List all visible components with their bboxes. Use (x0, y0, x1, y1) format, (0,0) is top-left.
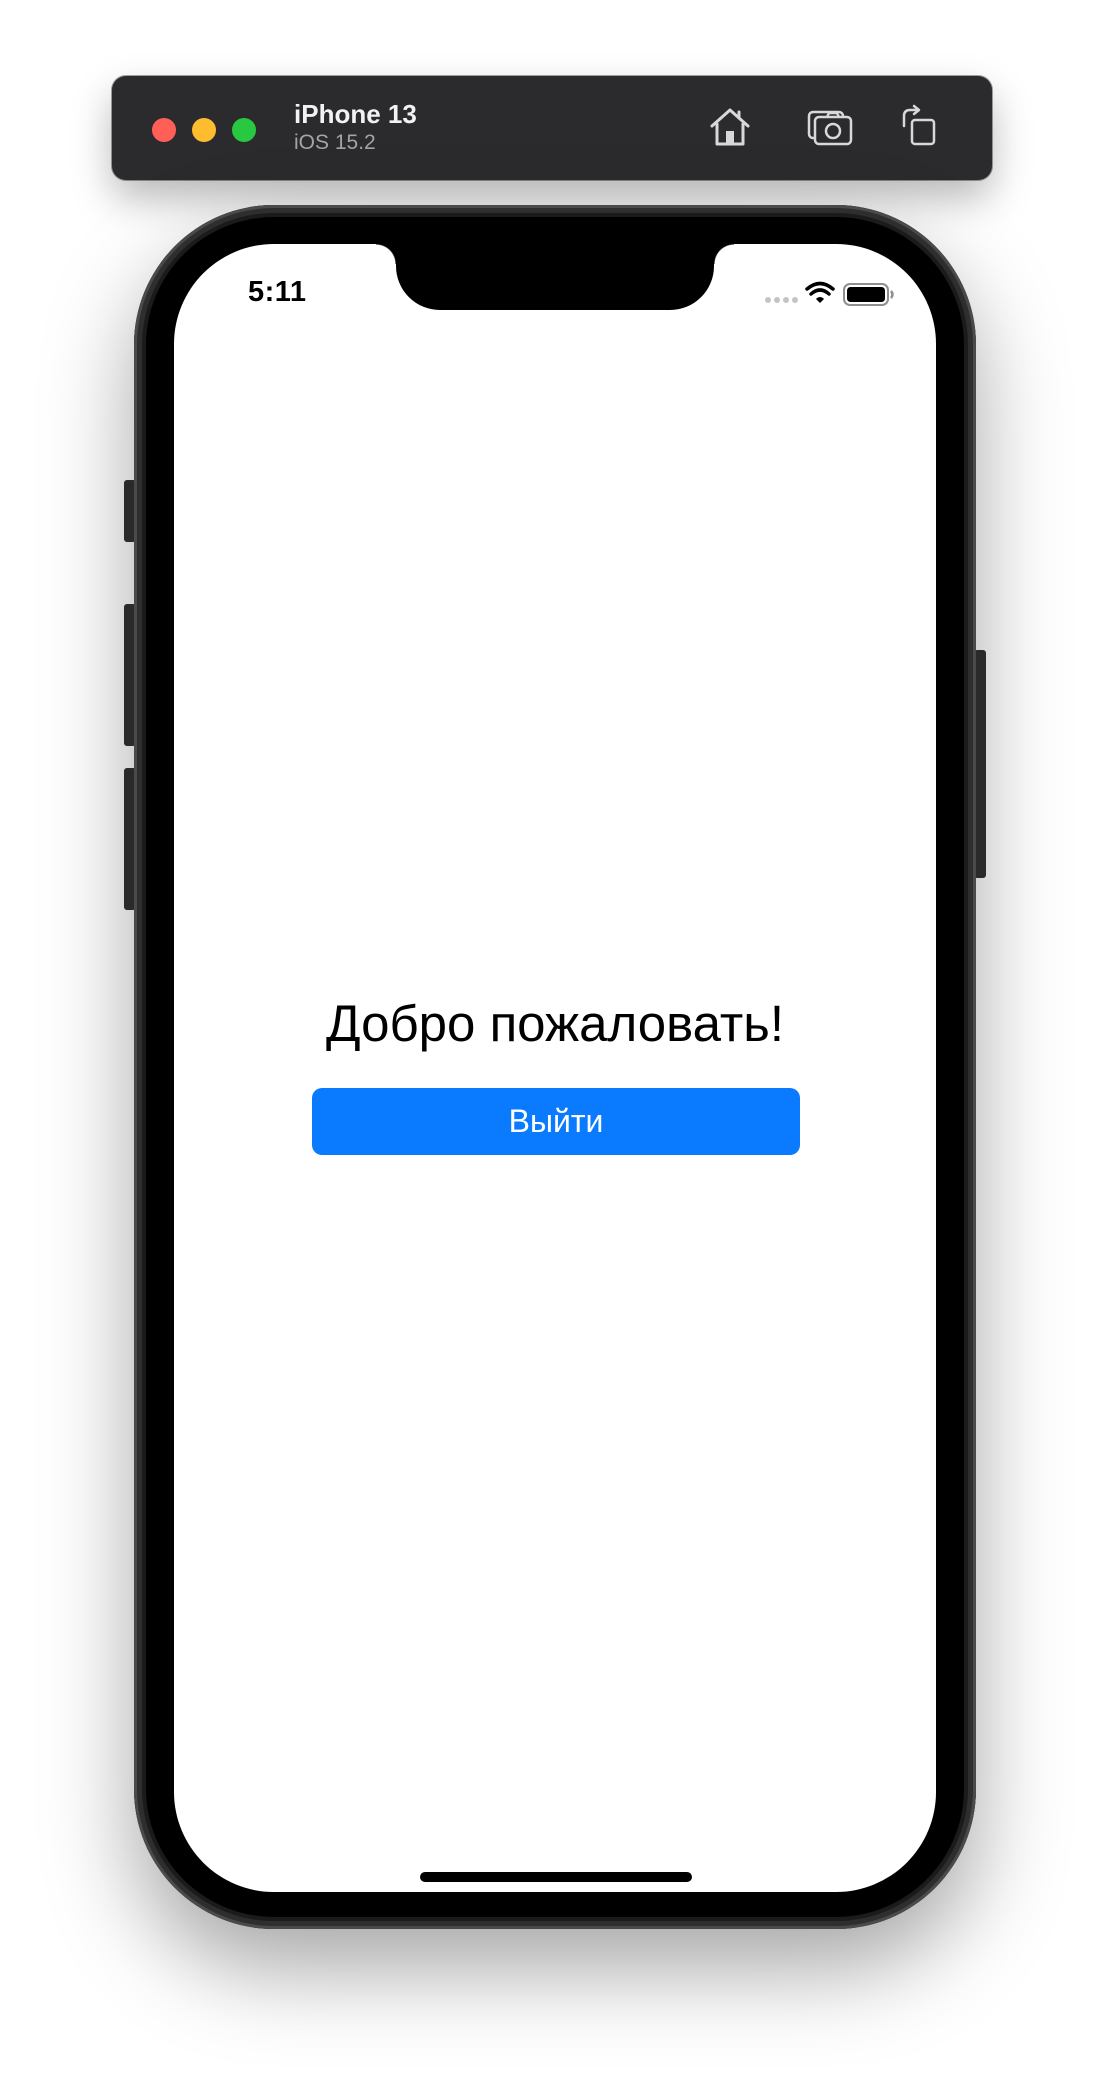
battery-icon (843, 283, 894, 306)
window-maximize-button[interactable] (232, 118, 256, 142)
wifi-icon (805, 281, 835, 303)
window-close-button[interactable] (152, 118, 176, 142)
logout-button[interactable]: Выйти (312, 1088, 800, 1155)
rotate-button[interactable] (896, 104, 944, 148)
signal-dots-icon (765, 297, 798, 303)
status-icons (764, 280, 914, 310)
phone-screen: 5:11 Добро пожаловать! Выйти (174, 244, 936, 1892)
home-indicator[interactable] (420, 1872, 692, 1882)
screenshot-button[interactable] (806, 104, 854, 148)
welcome-title: Добро пожаловать! (325, 995, 785, 1052)
rotate-icon (902, 104, 936, 146)
home-icon (710, 108, 750, 146)
notch (376, 244, 734, 310)
window-minimize-button[interactable] (192, 118, 216, 142)
device-name: iPhone 13 (294, 99, 417, 129)
device-os-version: iOS 15.2 (294, 131, 376, 154)
simulator-stage: iPhone 13 iOS 15.2 5:11 Добро пожаловать… (0, 0, 1104, 2074)
home-button[interactable] (706, 104, 754, 148)
status-time: 5:11 (248, 276, 307, 308)
camera-icon (807, 110, 853, 146)
